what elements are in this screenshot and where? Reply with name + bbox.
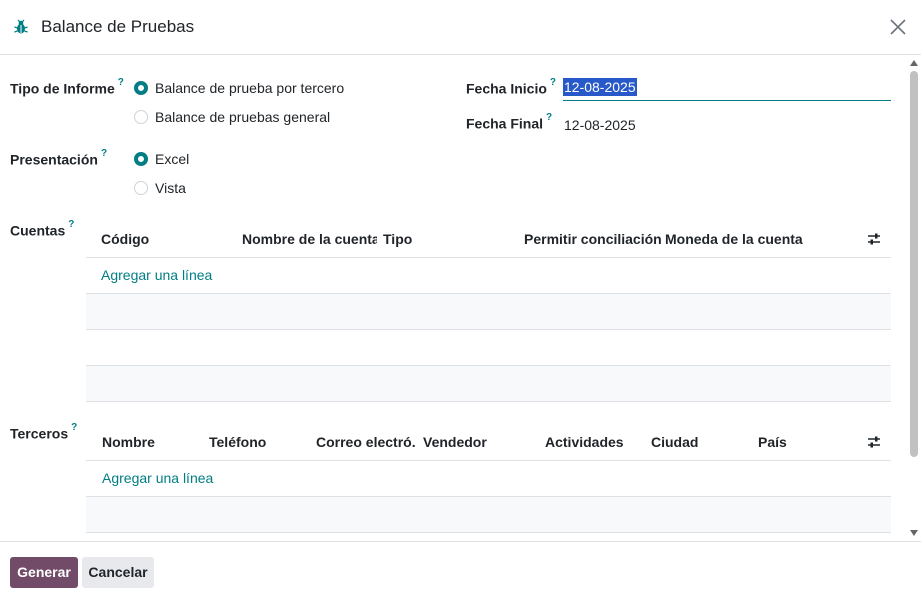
table-row	[86, 330, 891, 366]
dialog-body: Tipo de Informe? Balance de prueba por t…	[0, 55, 921, 541]
cuentas-label-text: Cuentas	[10, 222, 66, 239]
column-settings-icon[interactable]	[867, 435, 881, 449]
radio-balance-general[interactable]: Balance de pruebas general	[134, 107, 330, 127]
column-settings-icon[interactable]	[867, 232, 881, 246]
help-tooltip-icon[interactable]: ?	[118, 77, 124, 88]
tipo-informe-label-text: Tipo de Informe	[10, 80, 115, 97]
help-tooltip-icon[interactable]: ?	[71, 422, 77, 433]
fecha-inicio-label-text: Fecha Inicio	[466, 80, 547, 97]
help-tooltip-icon[interactable]: ?	[101, 148, 107, 159]
column-header[interactable]: Código	[101, 221, 236, 257]
fecha-final-label-text: Fecha Final	[466, 115, 544, 132]
radio-checked-icon	[134, 152, 148, 166]
column-header[interactable]: Correo electró...	[316, 424, 416, 460]
dialog-header: Balance de Pruebas	[0, 0, 921, 55]
presentacion-label: Presentación?	[10, 148, 107, 168]
column-header[interactable]: Nombre de la cuenta	[242, 221, 377, 257]
tipo-informe-label: Tipo de Informe?	[10, 77, 124, 97]
terceros-table: Nombre Teléfono Correo electró... Vended…	[86, 424, 891, 541]
fecha-inicio-value[interactable]: 12-08-2025	[563, 78, 637, 96]
scroll-up-icon[interactable]	[909, 59, 919, 67]
column-header[interactable]: Tipo	[383, 221, 518, 257]
help-tooltip-icon[interactable]: ?	[546, 112, 552, 123]
cuentas-table: Código Nombre de la cuenta Tipo Permitir…	[86, 221, 891, 402]
radio-unchecked-icon	[134, 110, 148, 124]
radio-vista[interactable]: Vista	[134, 178, 186, 198]
vertical-scrollbar[interactable]	[907, 55, 921, 541]
radio-excel[interactable]: Excel	[134, 149, 189, 169]
presentacion-label-text: Presentación	[10, 151, 98, 168]
fecha-inicio-input[interactable]: 12-08-2025	[563, 78, 891, 101]
help-tooltip-icon[interactable]: ?	[550, 77, 556, 88]
fecha-final-label: Fecha Final?	[466, 112, 552, 132]
radio-label: Excel	[155, 151, 190, 167]
generate-button[interactable]: Generar	[10, 557, 78, 588]
radio-unchecked-icon	[134, 181, 148, 195]
table-row: Agregar una línea	[86, 258, 891, 294]
table-row: Agregar una línea	[86, 461, 891, 497]
table-row	[86, 294, 891, 330]
scroll-thumb[interactable]	[910, 71, 918, 457]
add-line-link[interactable]: Agregar una línea	[102, 470, 213, 486]
add-line-link[interactable]: Agregar una línea	[101, 267, 212, 283]
scroll-down-icon[interactable]	[909, 529, 919, 537]
column-header[interactable]: Teléfono	[209, 424, 309, 460]
column-header[interactable]: Actividades	[545, 424, 645, 460]
radio-label: Balance de prueba por tercero	[155, 80, 345, 96]
bug-icon	[14, 19, 28, 34]
radio-label: Vista	[155, 180, 186, 196]
radio-checked-icon	[134, 81, 148, 95]
cancel-button[interactable]: Cancelar	[82, 557, 154, 588]
fecha-inicio-label: Fecha Inicio?	[466, 77, 556, 97]
column-header[interactable]: Vendedor	[423, 424, 533, 460]
column-header[interactable]: País	[758, 424, 858, 460]
close-icon[interactable]	[888, 17, 908, 37]
dialog-footer: Generar Cancelar	[0, 541, 921, 598]
fecha-final-input[interactable]: 12-08-2025	[564, 117, 636, 133]
terceros-label: Terceros?	[10, 422, 77, 442]
help-tooltip-icon[interactable]: ?	[68, 219, 74, 230]
terceros-label-text: Terceros	[10, 425, 69, 442]
radio-label: Balance de pruebas general	[155, 109, 331, 125]
column-header[interactable]: Nombre	[102, 424, 202, 460]
table-row	[86, 366, 891, 402]
table-row	[86, 497, 891, 533]
column-header[interactable]: Ciudad	[651, 424, 751, 460]
cuentas-label: Cuentas?	[10, 219, 74, 239]
column-header[interactable]: Permitir conciliación	[524, 221, 662, 257]
dialog-title: Balance de Pruebas	[41, 17, 195, 36]
column-header[interactable]: Moneda de la cuenta	[665, 221, 855, 257]
radio-balance-por-tercero[interactable]: Balance de prueba por tercero	[134, 78, 344, 98]
